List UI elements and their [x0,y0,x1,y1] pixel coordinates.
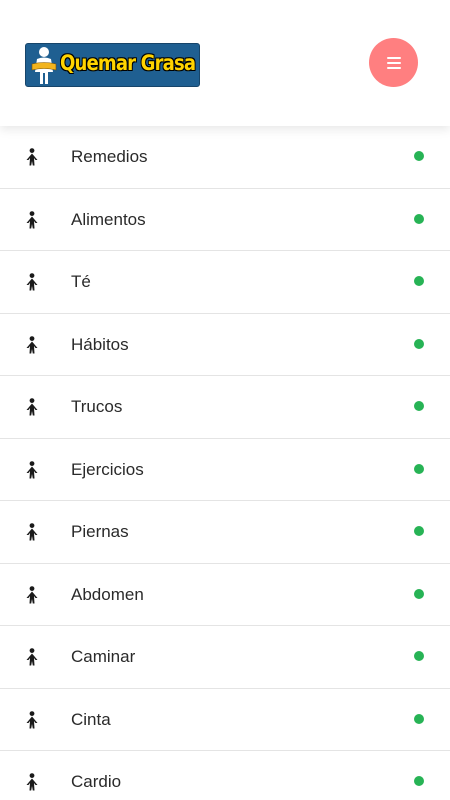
menu-item-label: Caminar [71,647,136,666]
status-dot [414,588,424,599]
site-logo[interactable]: Quemar Grasa [25,43,200,87]
menu-item-label: Cardio [71,772,122,791]
person-figure-icon [26,273,38,291]
person-figure-icon [26,710,38,728]
menu-item-cardio[interactable]: Cardio [0,751,450,800]
status-dot [414,338,424,349]
status-dot [414,213,424,224]
category-menu: Remedios Alimentos Té Hábitos Trucos Eje… [0,126,450,800]
status-dot [414,151,424,161]
person-figure-icon [26,210,38,228]
menu-item-label: Abdomen [71,584,144,604]
menu-item-label: Té [71,272,91,291]
menu-item-cinta[interactable]: Cinta [0,689,450,751]
person-figure-icon [26,585,38,603]
menu-item-te[interactable]: Té [0,251,450,314]
menu-item-label: Cinta [71,709,111,729]
menu-item-label: Piernas [71,522,129,541]
menu-toggle-button[interactable] [369,38,418,87]
menu-item-label: Remedios [71,147,148,166]
status-dot [414,401,424,411]
person-figure-icon [26,460,38,478]
menu-item-alimentos[interactable]: Alimentos [0,189,450,251]
menu-item-piernas[interactable]: Piernas [0,501,450,564]
status-dot [414,463,424,474]
status-dot [414,526,424,536]
person-figure-icon [26,398,38,416]
menu-item-habitos[interactable]: Hábitos [0,314,450,376]
logo-text: Quemar Grasa [60,51,196,75]
status-dot [414,276,424,286]
menu-item-label: Ejercicios [71,459,144,479]
menu-item-label: Hábitos [71,334,129,354]
menu-item-ejercicios[interactable]: Ejercicios [0,439,450,501]
person-figure-icon [26,648,38,666]
person-figure-icon [26,523,38,541]
status-dot [414,776,424,786]
menu-item-label: Trucos [71,397,123,416]
status-dot [414,713,424,724]
menu-item-label: Alimentos [71,209,146,229]
site-header: Quemar Grasa [0,0,450,126]
person-figure-icon [26,148,38,166]
menu-item-caminar[interactable]: Caminar [0,626,450,689]
menu-item-remedios[interactable]: Remedios [0,126,450,189]
logo-figure-icon [31,47,57,84]
menu-item-trucos[interactable]: Trucos [0,376,450,439]
menu-item-abdomen[interactable]: Abdomen [0,564,450,626]
hamburger-menu-icon [386,56,401,69]
status-dot [414,651,424,661]
person-figure-icon [26,335,38,353]
person-figure-icon [26,773,38,791]
